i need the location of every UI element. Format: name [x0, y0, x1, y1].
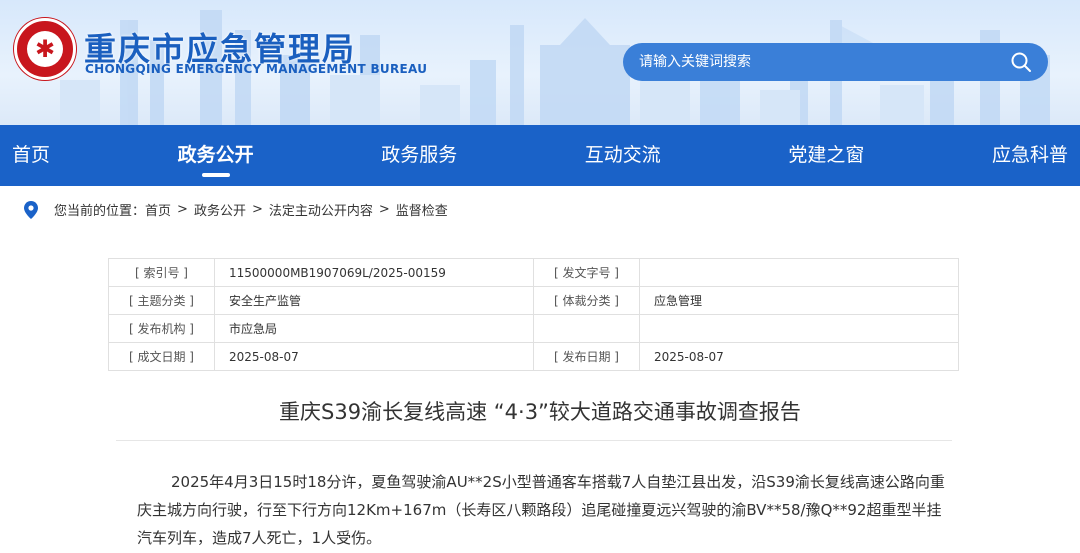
- document-number-label: [ 发文字号 ]: [533, 258, 640, 287]
- issuing-agency-label: [ 发布机构 ]: [108, 314, 215, 343]
- location-pin-icon: [24, 200, 38, 219]
- table-row: [ 成文日期 ] 2025-08-07 [ 发布日期 ] 2025-08-07: [108, 342, 959, 371]
- publish-date-label: [ 发布日期 ]: [533, 342, 640, 371]
- empty-label-cell: [533, 314, 640, 343]
- breadcrumb-home[interactable]: 首页: [145, 200, 171, 219]
- publish-date-value: 2025-08-07: [639, 342, 959, 371]
- title-divider: [116, 440, 952, 441]
- genre-category-label: [ 体裁分类 ]: [533, 286, 640, 315]
- emblem-center-icon: ✱: [27, 31, 63, 67]
- nav-item-emergency-science[interactable]: 应急科普: [992, 125, 1068, 186]
- table-row: [ 索引号 ] 11500000MB1907069L/2025-00159 [ …: [108, 258, 959, 287]
- genre-category-value: 应急管理: [639, 286, 959, 315]
- index-number-label: [ 索引号 ]: [108, 258, 215, 287]
- site-header: ✱ 重庆市应急管理局 CHONGQING EMERGENCY MANAGEMEN…: [0, 0, 1080, 125]
- table-row: [ 发布机构 ] 市应急局: [108, 314, 959, 343]
- breadcrumb: 您当前的位置： 首页 > 政务公开 > 法定主动公开内容 > 监督检查: [24, 200, 448, 219]
- breadcrumb-supervision-inspection[interactable]: 监督检查: [396, 200, 448, 219]
- site-subtitle: CHONGQING EMERGENCY MANAGEMENT BUREAU: [85, 62, 428, 76]
- breadcrumb-prefix: 您当前的位置：: [54, 204, 146, 219]
- breadcrumb-separator: >: [177, 202, 188, 217]
- issuing-agency-value: 市应急局: [214, 314, 534, 343]
- written-date-value: 2025-08-07: [214, 342, 534, 371]
- topic-category-label: [ 主题分类 ]: [108, 286, 215, 315]
- nav-item-government-affairs[interactable]: 政务公开: [178, 125, 254, 186]
- breadcrumb-statutory-disclosure[interactable]: 法定主动公开内容: [269, 200, 373, 219]
- breadcrumb-separator: >: [251, 202, 263, 217]
- breadcrumb-government-affairs[interactable]: 政务公开: [194, 200, 246, 219]
- nav-item-party-building[interactable]: 党建之窗: [788, 125, 864, 186]
- article-title: 重庆S39渝长复线高速 “4·3”较大道路交通事故调查报告: [279, 400, 801, 424]
- written-date-label: [ 成文日期 ]: [108, 342, 215, 371]
- document-number-value: [639, 258, 959, 287]
- search-bar: [623, 43, 1048, 81]
- article-body-paragraph: 2025年4月3日15时18分许，夏鱼驾驶渝AU**2S小型普通客车搭载7人自垫…: [137, 473, 945, 547]
- nav-item-interaction[interactable]: 互动交流: [585, 125, 661, 186]
- document-info-table: [ 索引号 ] 11500000MB1907069L/2025-00159 [ …: [108, 258, 959, 371]
- table-row: [ 主题分类 ] 安全生产监管 [ 体裁分类 ] 应急管理: [108, 286, 959, 315]
- breadcrumb-separator: >: [378, 202, 390, 217]
- search-input[interactable]: [639, 54, 1010, 70]
- nav-item-home[interactable]: 首页: [12, 125, 50, 186]
- main-nav: 首页 政务公开 政务服务 互动交流 党建之窗 应急科普: [0, 125, 1080, 186]
- search-icon[interactable]: [1010, 51, 1032, 73]
- emblem-logo-icon[interactable]: ✱: [14, 18, 76, 80]
- empty-value-cell: [639, 314, 959, 343]
- topic-category-value: 安全生产监管: [214, 286, 534, 315]
- nav-item-government-services[interactable]: 政务服务: [381, 125, 457, 186]
- index-number-value: 11500000MB1907069L/2025-00159: [214, 258, 534, 287]
